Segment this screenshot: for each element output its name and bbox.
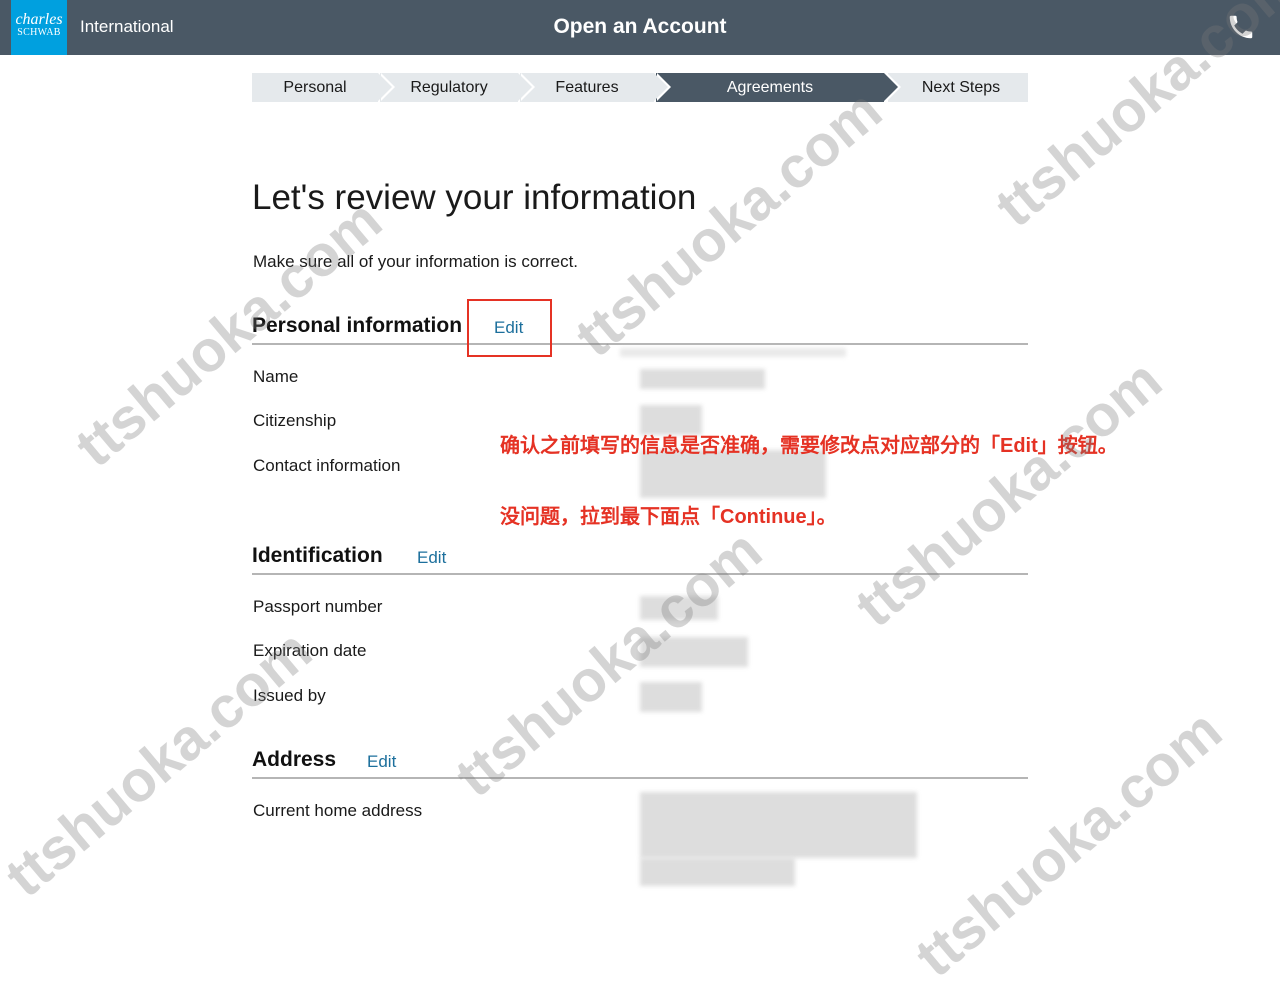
section-title-identification: Identification bbox=[252, 544, 383, 567]
field-label-citizenship: Citizenship bbox=[253, 411, 337, 430]
field-label-passport: Passport number bbox=[253, 597, 383, 616]
page-header-title: Open an Account bbox=[553, 15, 727, 38]
step-regulatory[interactable]: Regulatory bbox=[380, 73, 535, 102]
field-label-expiration: Expiration date bbox=[253, 641, 367, 660]
field-label-contact: Contact information bbox=[253, 456, 401, 475]
highlight-box bbox=[467, 299, 552, 357]
step-next-steps[interactable]: Next Steps bbox=[888, 73, 1028, 102]
intro-text: Make sure all of your information is cor… bbox=[253, 252, 579, 271]
field-label-issued-by: Issued by bbox=[253, 686, 326, 705]
redacted-value bbox=[640, 792, 917, 858]
redacted-value bbox=[640, 369, 765, 389]
top-bar: charles SCHWAB International Open an Acc… bbox=[0, 0, 1280, 55]
redacted-value bbox=[640, 596, 718, 620]
step-label: Next Steps bbox=[921, 79, 1001, 96]
edit-identification-link[interactable]: Edit bbox=[417, 548, 446, 568]
annotation-note-2: 没问题，拉到最下面点「Continue」。 bbox=[500, 506, 837, 528]
progress-stepper: Personal Regulatory Features Agreements … bbox=[252, 73, 1028, 102]
phone-icon[interactable] bbox=[1226, 12, 1256, 42]
section-divider bbox=[252, 343, 1028, 345]
step-agreements[interactable]: Agreements bbox=[656, 73, 901, 102]
redacted-value bbox=[640, 682, 702, 712]
field-label-home-address: Current home address bbox=[253, 801, 423, 820]
field-label-name: Name bbox=[253, 367, 299, 386]
step-features[interactable]: Features bbox=[520, 73, 671, 102]
annotation-note-1: 确认之前填写的信息是否准确，需要修改点对应部分的「Edit」按钮。 bbox=[500, 435, 1118, 457]
section-divider bbox=[252, 777, 1028, 779]
redacted-value bbox=[640, 637, 748, 667]
watermark: ttshuoka.com bbox=[563, 77, 894, 370]
section-title-address: Address bbox=[252, 748, 337, 771]
step-label: Regulatory bbox=[410, 79, 488, 96]
watermark: ttshuoka.com bbox=[843, 347, 1174, 640]
section-title-personal: Personal information bbox=[252, 314, 463, 337]
step-label: Features bbox=[555, 79, 619, 96]
edit-address-link[interactable]: Edit bbox=[367, 752, 396, 772]
step-label: Agreements bbox=[726, 79, 814, 96]
watermark: ttshuoka.com bbox=[903, 697, 1234, 990]
redacted-value bbox=[620, 348, 846, 357]
step-personal[interactable]: Personal bbox=[252, 73, 395, 102]
section-divider bbox=[252, 573, 1028, 575]
page-title: Let's review your information bbox=[252, 178, 697, 217]
step-label: Personal bbox=[283, 79, 347, 96]
redacted-value bbox=[640, 858, 795, 886]
